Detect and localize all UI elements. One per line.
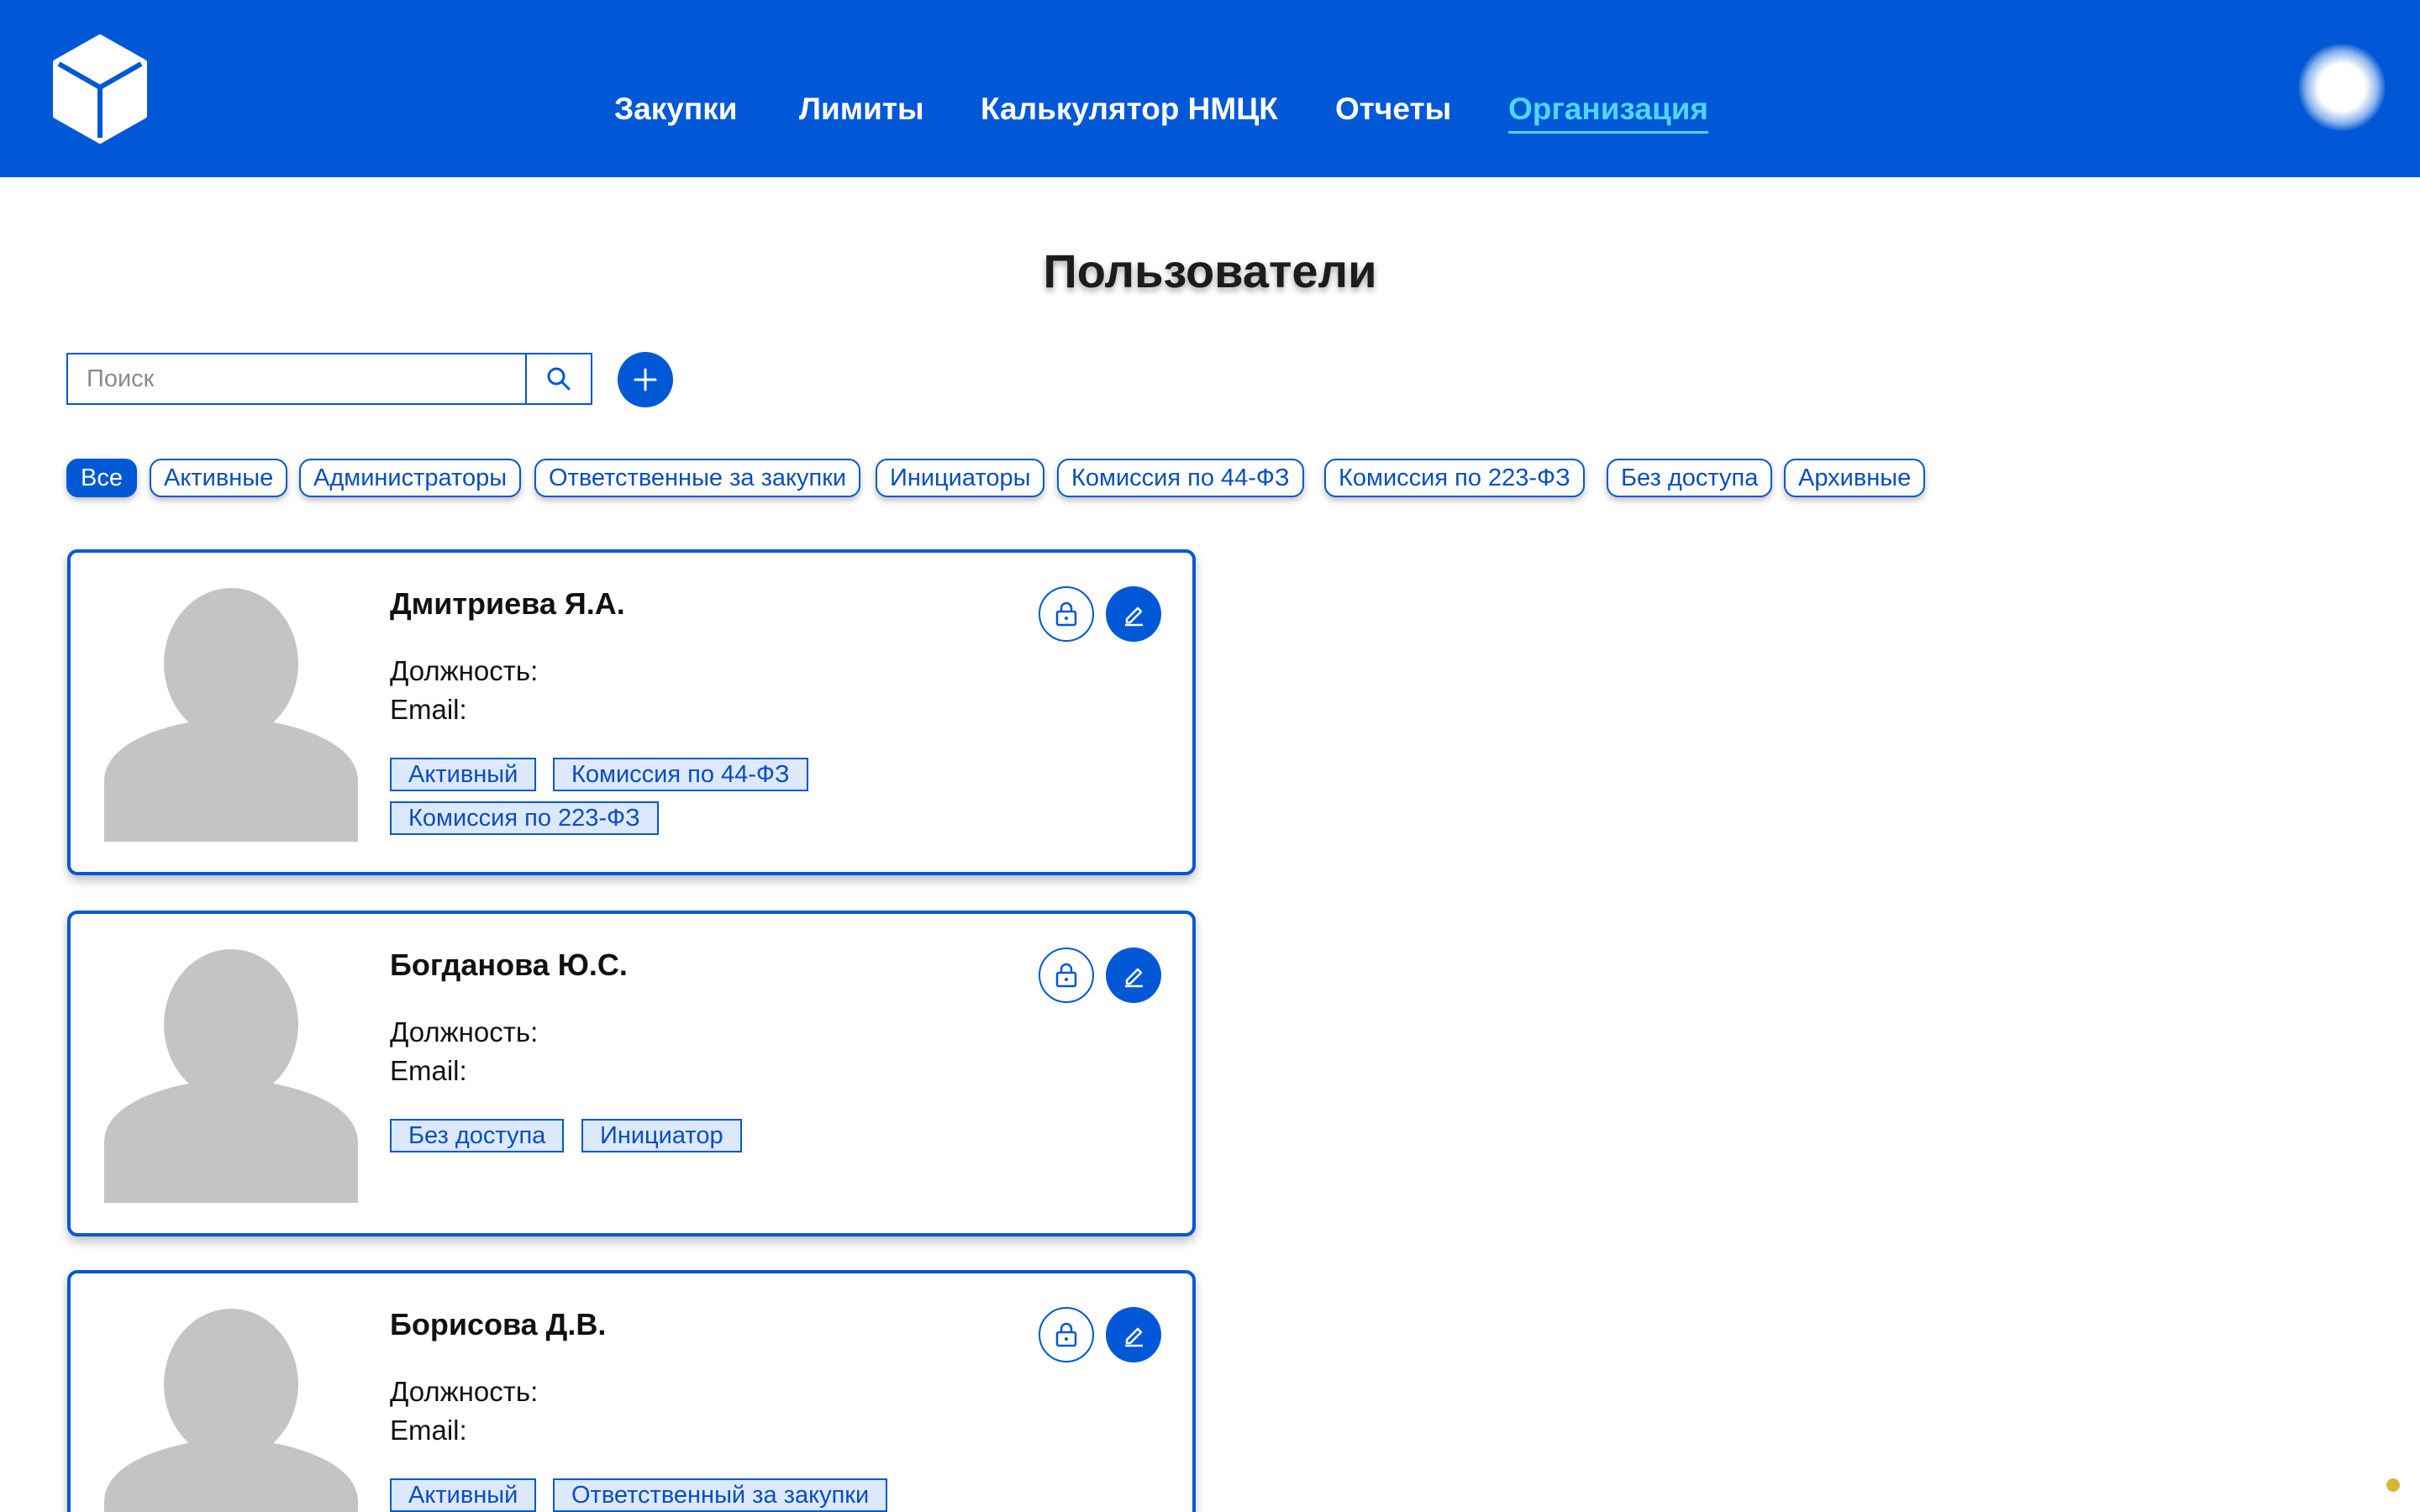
filter-chip-all[interactable]: Все	[66, 459, 137, 497]
edit-user-button[interactable]	[1106, 586, 1161, 642]
filter-chip-commission-223[interactable]: Комиссия по 223-ФЗ	[1324, 459, 1585, 497]
role-tag: Активный	[390, 1478, 537, 1512]
position-label: Должность:	[390, 1016, 539, 1047]
nav-item-limits[interactable]: Лимиты	[799, 87, 924, 131]
lock-icon	[1055, 1322, 1077, 1347]
lock-icon	[1055, 963, 1077, 988]
role-tag: Активный	[390, 758, 537, 791]
email-label: Email:	[390, 694, 467, 725]
nav-item-nmck-calculator[interactable]: Калькулятор НМЦК	[981, 87, 1278, 131]
user-name: Борисова Д.В.	[390, 1307, 607, 1341]
filter-chip-active[interactable]: Активные	[150, 459, 288, 497]
user-card: Дмитриева Я.А. Должность: Email: Активны…	[67, 549, 1196, 875]
filter-chip-procurement-responsible[interactable]: Ответственные за закупки	[534, 459, 861, 497]
email-label: Email:	[390, 1415, 467, 1446]
filter-chip-commission-44[interactable]: Комиссия по 44-ФЗ	[1057, 459, 1304, 497]
email-label: Email:	[390, 1055, 467, 1086]
filter-chip-initiators[interactable]: Инициаторы	[876, 459, 1045, 497]
search-box	[66, 353, 592, 405]
position-label: Должность:	[390, 1376, 539, 1407]
position-label: Должность:	[390, 655, 539, 686]
edit-user-button[interactable]	[1106, 1307, 1161, 1362]
user-card: Богданова Ю.С. Должность: Email: Без дос…	[67, 911, 1196, 1236]
role-tag: Без доступа	[390, 1119, 565, 1152]
edit-user-button[interactable]	[1106, 948, 1161, 1003]
page-title: Пользователи	[1043, 244, 1377, 297]
user-card: Борисова Д.В. Должность: Email: Активный…	[67, 1270, 1196, 1512]
lock-icon	[1055, 601, 1077, 627]
filter-chip-admins[interactable]: Администраторы	[299, 459, 522, 497]
role-tag: Комиссия по 44-ФЗ	[553, 758, 808, 791]
role-tag: Инициатор	[581, 1119, 742, 1152]
plus-icon	[634, 368, 657, 391]
search-button[interactable]	[525, 354, 591, 403]
main-nav: Закупки Лимиты Калькулятор НМЦК Отчеты О…	[0, 87, 2420, 138]
pencil-icon	[1125, 1327, 1143, 1347]
add-user-button[interactable]	[618, 352, 673, 407]
user-name: Дмитриева Я.А.	[390, 586, 625, 621]
lock-user-button[interactable]	[1039, 586, 1094, 642]
status-dot	[2386, 1478, 2400, 1492]
user-avatar[interactable]	[2298, 44, 2386, 131]
search-input[interactable]	[68, 354, 527, 403]
top-header: Закупки Лимиты Калькулятор НМЦК Отчеты О…	[0, 0, 2420, 177]
pencil-icon	[1125, 606, 1143, 627]
user-silhouette-icon	[104, 1309, 358, 1512]
lock-user-button[interactable]	[1039, 948, 1094, 1003]
nav-item-organization[interactable]: Организация	[1508, 87, 1709, 134]
filter-chip-archived[interactable]: Архивные	[1784, 459, 1926, 497]
search-icon	[547, 367, 571, 391]
pencil-icon	[1125, 968, 1143, 988]
filter-chip-no-access[interactable]: Без доступа	[1607, 459, 1773, 497]
lock-user-button[interactable]	[1039, 1307, 1094, 1362]
role-tag: Комиссия по 223-ФЗ	[390, 801, 659, 835]
user-silhouette-icon	[104, 949, 358, 1203]
nav-item-purchases[interactable]: Закупки	[614, 87, 737, 131]
role-tag: Ответственный за закупки	[553, 1478, 888, 1512]
user-silhouette-icon	[104, 588, 358, 842]
user-name: Богданова Ю.С.	[390, 948, 628, 982]
nav-item-reports[interactable]: Отчеты	[1335, 87, 1451, 131]
